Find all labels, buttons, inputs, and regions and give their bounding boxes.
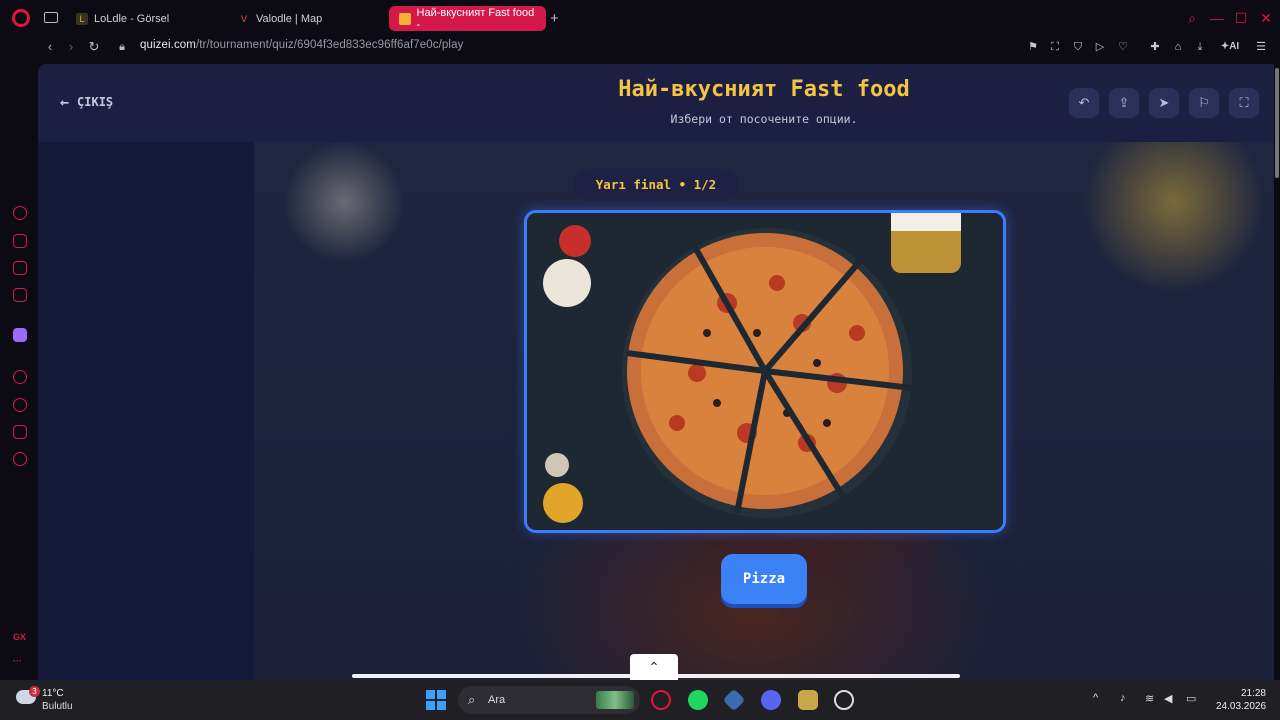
download-icon[interactable]: ⤓ [1192, 39, 1208, 55]
extensions-sidebar-icon[interactable] [13, 425, 27, 439]
loldle-favicon-icon: L [76, 12, 88, 25]
browser-tab-bar: L LoLdle - Görsel V Valodle | Map Най-вк… [0, 0, 1280, 36]
twitch-icon[interactable] [13, 328, 27, 342]
play-icon[interactable]: ▷ [1092, 39, 1108, 55]
discord-app-icon[interactable] [761, 690, 781, 710]
lock-icon: 🔒︎ [119, 41, 125, 53]
search-icon: ⌕ [468, 692, 476, 707]
spotify-app-icon[interactable] [688, 690, 708, 710]
settings-icon[interactable] [13, 452, 27, 466]
extensions-icon[interactable]: ✚ [1147, 39, 1163, 55]
page-scrollbar[interactable] [1274, 64, 1280, 680]
gx-icon[interactable]: GX [13, 632, 26, 642]
forward-icon[interactable]: › [62, 38, 80, 56]
minimize-icon[interactable]: — [1207, 8, 1227, 28]
quiz-page: ← ÇIKIŞ Най-вкусният Fast food Избери от… [38, 64, 1274, 680]
messenger-icon[interactable] [13, 288, 27, 302]
windows-start-icon[interactable] [426, 690, 446, 710]
choice-button[interactable]: Pizza [721, 554, 807, 604]
tab-switcher-icon[interactable] [44, 12, 58, 23]
valodle-favicon-icon: V [240, 13, 247, 24]
quiz-favicon-icon [399, 12, 411, 25]
address-bar: ‹ › ↻ 🔒︎ quizei.com/tr/tournament/quiz/6… [0, 36, 1280, 58]
scroll-up-button[interactable]: ⌃ [630, 654, 678, 680]
heart-icon[interactable]: ♡ [1115, 39, 1131, 55]
history-icon[interactable] [13, 398, 27, 412]
url-path: /tr/tournament/quiz/6904f3ed833ec96ff6af… [195, 39, 464, 51]
speed-dial-icon[interactable] [13, 206, 27, 220]
clock[interactable]: 21:28 24.03.2026 [1216, 687, 1266, 713]
opera-logo-icon[interactable] [12, 9, 30, 27]
tray-expand-icon[interactable]: ^ [1093, 692, 1098, 704]
taskbar-search[interactable]: ⌕ Ara [458, 686, 640, 714]
volume-icon[interactable]: ◀︎ [1164, 692, 1172, 705]
browser-sidebar: GX ··· [0, 58, 38, 680]
tab-valodle[interactable]: V Valodle | Map [228, 6, 386, 31]
weather-desc: Bulutlu [42, 701, 73, 712]
profile-icon[interactable]: ⌂ [1170, 39, 1186, 55]
report-button[interactable]: ⚐ [1189, 88, 1219, 118]
undo-button[interactable]: ↶ [1069, 88, 1099, 118]
flow-icon[interactable] [13, 234, 27, 248]
snapshot-icon[interactable]: ⛶ [1047, 39, 1063, 55]
send-button[interactable]: ➤ [1149, 88, 1179, 118]
share-button[interactable]: ⇪ [1109, 88, 1139, 118]
reload-icon[interactable]: ↻ [85, 38, 103, 56]
tab-loldle[interactable]: L LoLdle - Görsel [66, 6, 226, 31]
opera-gx-app-icon[interactable] [651, 690, 671, 710]
back-icon[interactable]: ‹ [41, 38, 59, 56]
search-highlight-image [596, 691, 634, 709]
tab-label: LoLdle - Görsel [94, 12, 170, 25]
scrollbar-thumb[interactable] [1275, 68, 1279, 178]
ai-label: AI [1229, 41, 1240, 52]
microphone-icon[interactable]: ♪ [1120, 692, 1126, 704]
quiz-header: ← ÇIKIŞ Най-вкусният Fast food Избери от… [38, 64, 1274, 142]
tab-label: Valodle | Map [256, 12, 323, 25]
maximize-icon[interactable]: ☐ [1231, 8, 1251, 28]
fullscreen-button[interactable]: ⛶ [1229, 88, 1259, 118]
league-app-icon[interactable] [798, 690, 818, 710]
wifi-icon[interactable]: ≋ [1145, 692, 1154, 705]
windows-taskbar: 3 11°C Bulutlu ⌕ Ara ^ ♪ ≋ ◀︎ ▭ 21:28 24… [0, 680, 1280, 720]
new-tab-icon[interactable]: + [550, 10, 559, 27]
ai-icon[interactable]: ✦AI [1216, 39, 1244, 55]
choice-image-card[interactable] [524, 210, 1006, 533]
tab-label: Най-вкусният Fast food - [416, 6, 535, 31]
tab-quiz[interactable]: Най-вкусният Fast food - [389, 6, 546, 31]
app-icon[interactable] [722, 688, 746, 712]
more-icon[interactable]: ··· [13, 656, 22, 666]
pizza-image [527, 213, 1003, 530]
url-field[interactable]: quizei.com/tr/tournament/quiz/6904f3ed83… [140, 39, 463, 51]
clock-date: 24.03.2026 [1216, 701, 1267, 712]
background-panel [38, 142, 254, 680]
battery-icon[interactable]: ▭ [1186, 692, 1196, 705]
game-icon[interactable] [13, 261, 27, 275]
clock-time: 21:28 [1240, 688, 1266, 699]
weather-badge: 3 [29, 686, 40, 697]
url-host: quizei.com [140, 39, 196, 51]
weather-temp: 11°C [42, 688, 64, 699]
bookmark-icon[interactable]: ⚑ [1025, 39, 1041, 55]
player-icon[interactable] [13, 370, 27, 384]
search-tabs-icon[interactable]: ⌕ [1182, 8, 1202, 28]
round-badge: Yarı final • 1/2 [573, 169, 739, 201]
menu-icon[interactable]: ☰ [1253, 39, 1269, 55]
search-placeholder: Ara [488, 694, 506, 706]
shield-icon[interactable]: ⛉ [1070, 39, 1086, 55]
valorant-app-icon[interactable] [834, 690, 854, 710]
close-icon[interactable]: ✕ [1256, 8, 1276, 28]
